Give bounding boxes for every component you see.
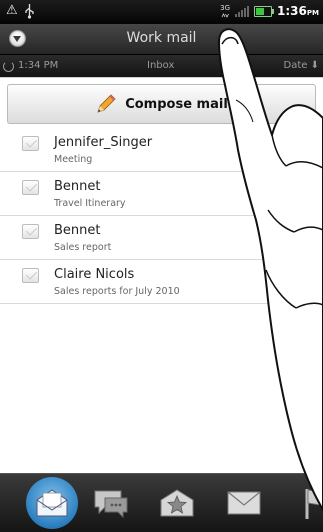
title-bar: Work mail bbox=[0, 24, 323, 55]
bottom-tab-bar bbox=[0, 473, 323, 532]
last-sync-time: 1:34 PM bbox=[18, 60, 59, 71]
message-sender: Bennet bbox=[54, 223, 101, 238]
message-row[interactable]: Jennifer_Singer Meeting bbox=[0, 128, 323, 172]
unread-icon bbox=[227, 491, 261, 515]
message-subject: Travel Itinerary bbox=[54, 198, 126, 209]
message-checkbox[interactable] bbox=[22, 268, 39, 283]
data-activity-icon bbox=[221, 12, 229, 18]
message-sender: Bennet bbox=[54, 179, 101, 194]
message-row[interactable]: Bennet Sales report bbox=[0, 216, 323, 260]
battery-icon bbox=[254, 5, 275, 17]
message-subject: Sales reports for July 2010 bbox=[54, 286, 180, 297]
flagged-icon bbox=[305, 489, 323, 519]
tab-conversations[interactable] bbox=[79, 474, 143, 532]
warning-icon: ⚠ bbox=[6, 3, 18, 18]
tab-unread[interactable] bbox=[212, 474, 276, 532]
message-list: Jennifer_Singer Meeting Bennet Travel Itine… bbox=[0, 128, 323, 304]
inbox-icon bbox=[36, 489, 68, 517]
favorites-icon bbox=[160, 489, 194, 517]
tab-favorites[interactable] bbox=[145, 474, 209, 532]
message-row[interactable]: Claire Nicols Sales reports for July 2010… bbox=[0, 260, 323, 304]
tab-flagged[interactable] bbox=[278, 474, 323, 532]
message-sender: Claire Nicols bbox=[54, 267, 135, 282]
compose-mail-button[interactable]: Compose mail bbox=[7, 84, 316, 124]
message-row[interactable]: Bennet Travel Itinerary bbox=[0, 172, 323, 216]
clock: 1:36PM bbox=[277, 4, 319, 18]
folder-bar: 1:34 PM Inbox Date ⬇ bbox=[0, 55, 323, 77]
message-sender: Jennifer_Singer bbox=[54, 135, 153, 150]
signal-icon bbox=[235, 5, 250, 17]
pencil-icon bbox=[97, 94, 116, 113]
sort-button[interactable]: Date ⬇ bbox=[284, 60, 319, 71]
usb-icon bbox=[25, 4, 34, 19]
refresh-icon[interactable] bbox=[3, 61, 14, 72]
network-type: 3G bbox=[220, 3, 231, 12]
message-checkbox[interactable] bbox=[22, 180, 39, 195]
flag-icon[interactable] bbox=[299, 267, 309, 281]
folder-selector[interactable]: Inbox bbox=[147, 60, 174, 71]
message-subject: Meeting bbox=[54, 154, 93, 165]
conversations-icon bbox=[94, 490, 128, 518]
message-checkbox[interactable] bbox=[22, 224, 39, 239]
page-title[interactable]: Work mail bbox=[0, 30, 323, 46]
message-date: Aug 16 bbox=[283, 287, 315, 297]
message-subject: Sales report bbox=[54, 242, 112, 253]
status-bar: ⚠ 3G 1:36PM bbox=[0, 0, 323, 24]
compose-mail-label: Compose mail bbox=[125, 96, 228, 112]
message-checkbox[interactable] bbox=[22, 136, 39, 151]
tab-inbox[interactable] bbox=[20, 474, 84, 532]
mail-content: Compose mail Jennifer_Singer Meeting Benne… bbox=[0, 77, 323, 474]
